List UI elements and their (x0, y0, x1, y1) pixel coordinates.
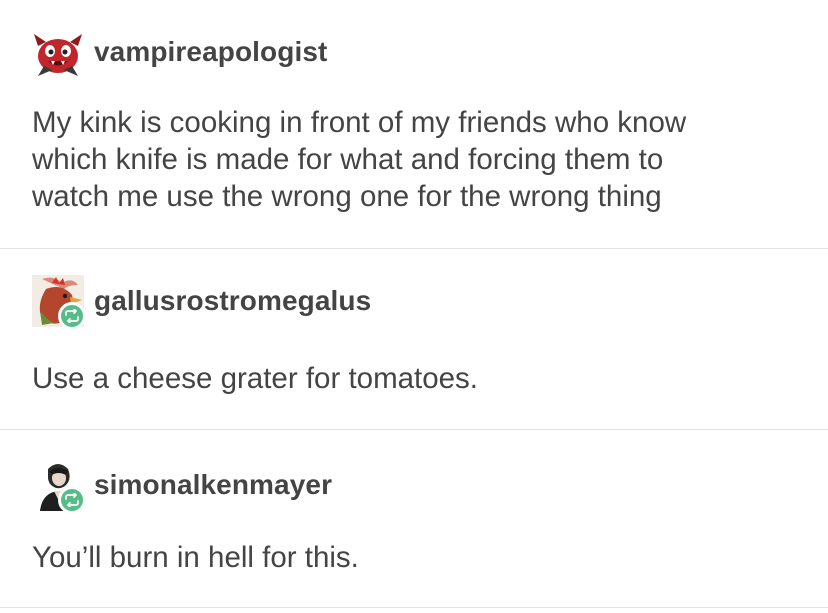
red-cartoon-creature-icon (34, 34, 82, 76)
username[interactable]: vampireapologist (94, 36, 327, 68)
post-body-text: You’ll burn in hell for this. (32, 541, 359, 574)
post-body-text: Use a cheese grater for tomatoes. (32, 362, 479, 395)
reblog-badge (58, 486, 86, 514)
divider (0, 607, 828, 608)
reblog-icon (65, 309, 79, 323)
reblog-icon (65, 493, 79, 507)
post-header: simonalkenmayer (32, 459, 332, 514)
avatar[interactable] (32, 26, 84, 78)
avatar[interactable] (32, 275, 86, 330)
post-header: gallusrostromegalus (32, 275, 371, 330)
username[interactable]: gallusrostromegalus (94, 285, 371, 317)
username[interactable]: simonalkenmayer (94, 469, 332, 501)
post-header: vampireapologist (32, 26, 327, 78)
post-body-text: My kink is cooking in front of my friend… (32, 106, 687, 213)
post-simonalkenmayer: simonalkenmayer You’ll burn in hell for … (0, 430, 828, 613)
post-vampireapologist: vampireapologist My kink is cooking in f… (0, 0, 828, 248)
reblog-badge (58, 302, 86, 330)
avatar[interactable] (32, 459, 86, 514)
post-gallusrostromegalus: gallusrostromegalus Use a cheese grater … (0, 249, 828, 429)
